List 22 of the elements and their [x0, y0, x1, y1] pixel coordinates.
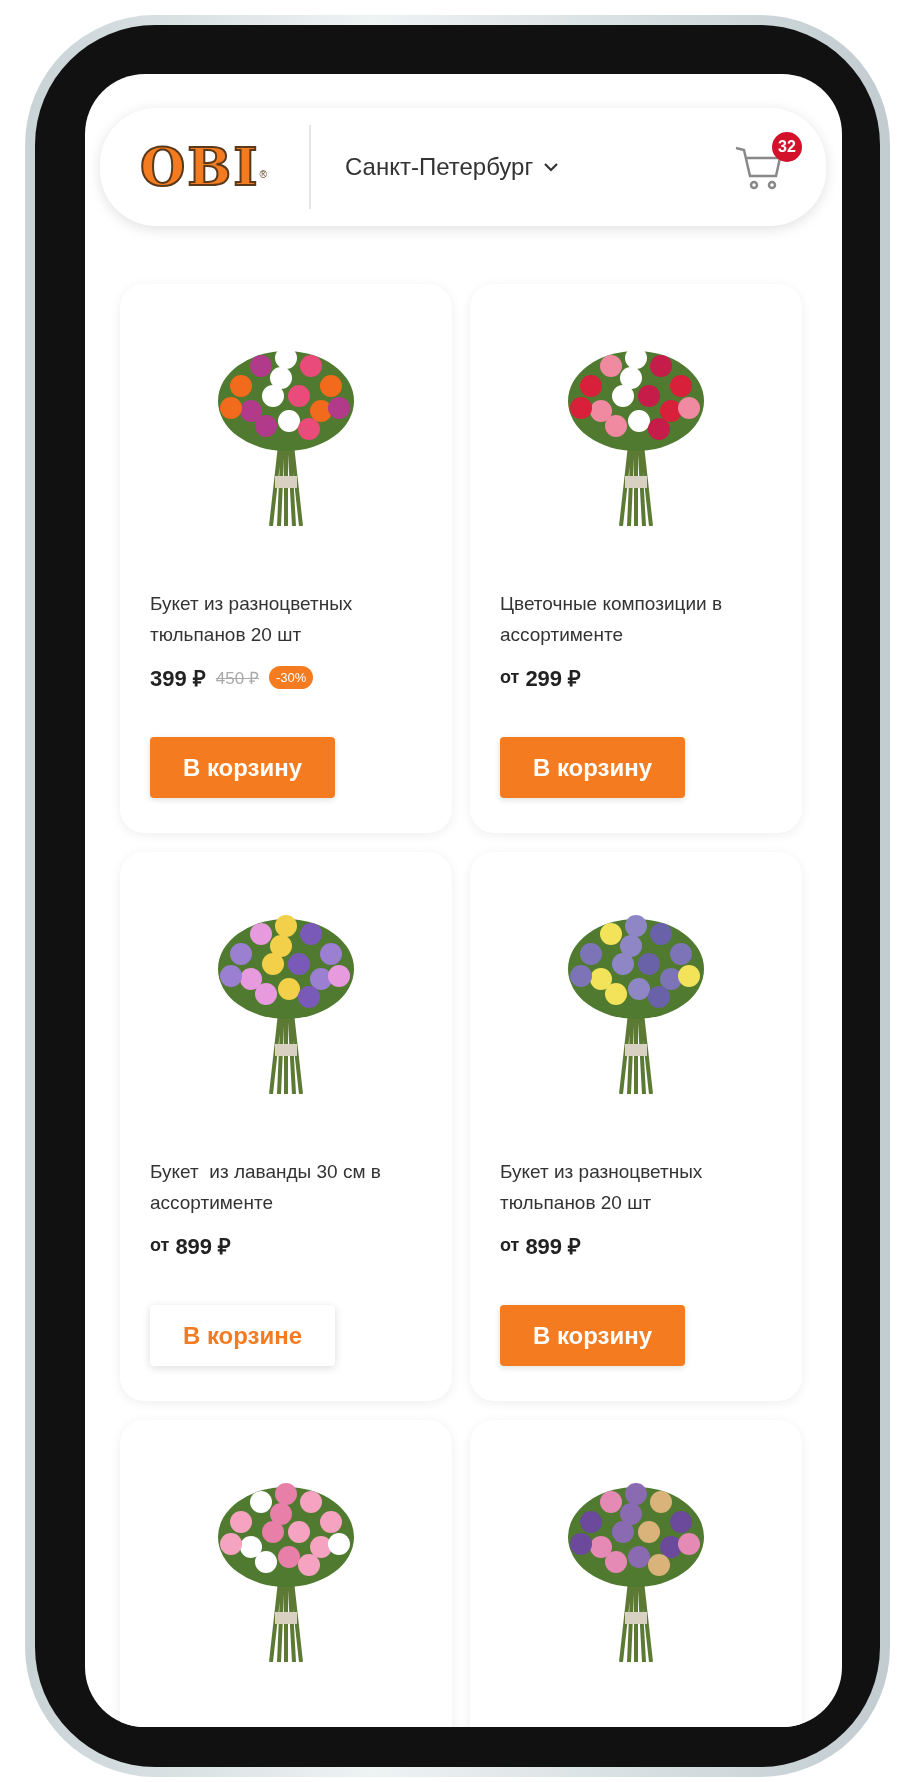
add-to-cart-button[interactable]: В корзину — [500, 1305, 685, 1366]
city-selector[interactable]: Санкт-Петербург — [344, 153, 560, 181]
product-title: Букет из лаванды 30 см в ассортименте — [150, 1160, 382, 1215]
price-prefix: от — [500, 1234, 520, 1256]
add-to-cart-button[interactable]: В корзину — [500, 737, 685, 798]
old-price: 450 ₽ — [215, 667, 259, 689]
product-price: 299 ₽ — [525, 665, 582, 692]
product-title: Букет из разноцветных тюльпанов 20 шт — [150, 592, 354, 647]
product-title: Букет из разноцветных тюльпанов 20 шт — [500, 1160, 704, 1215]
registered-mark: ® — [259, 169, 269, 180]
in-cart-button[interactable]: В корзине — [150, 1305, 335, 1366]
discount-badge: -30% — [268, 665, 314, 689]
add-to-cart-button[interactable]: В корзину — [150, 737, 335, 798]
product-price: 399 ₽ — [150, 665, 206, 692]
chevron-down-icon — [543, 162, 560, 172]
product-price: 899 ₽ — [175, 1233, 232, 1260]
product-title: Цветочные композиции в ассортименте — [500, 592, 723, 647]
price-prefix: от — [500, 666, 520, 688]
cart-count-badge: 32 — [772, 132, 802, 162]
product-price: 899 ₽ — [525, 1233, 582, 1260]
logo[interactable]: OBI — [140, 141, 260, 193]
price-prefix: от — [150, 1234, 170, 1256]
